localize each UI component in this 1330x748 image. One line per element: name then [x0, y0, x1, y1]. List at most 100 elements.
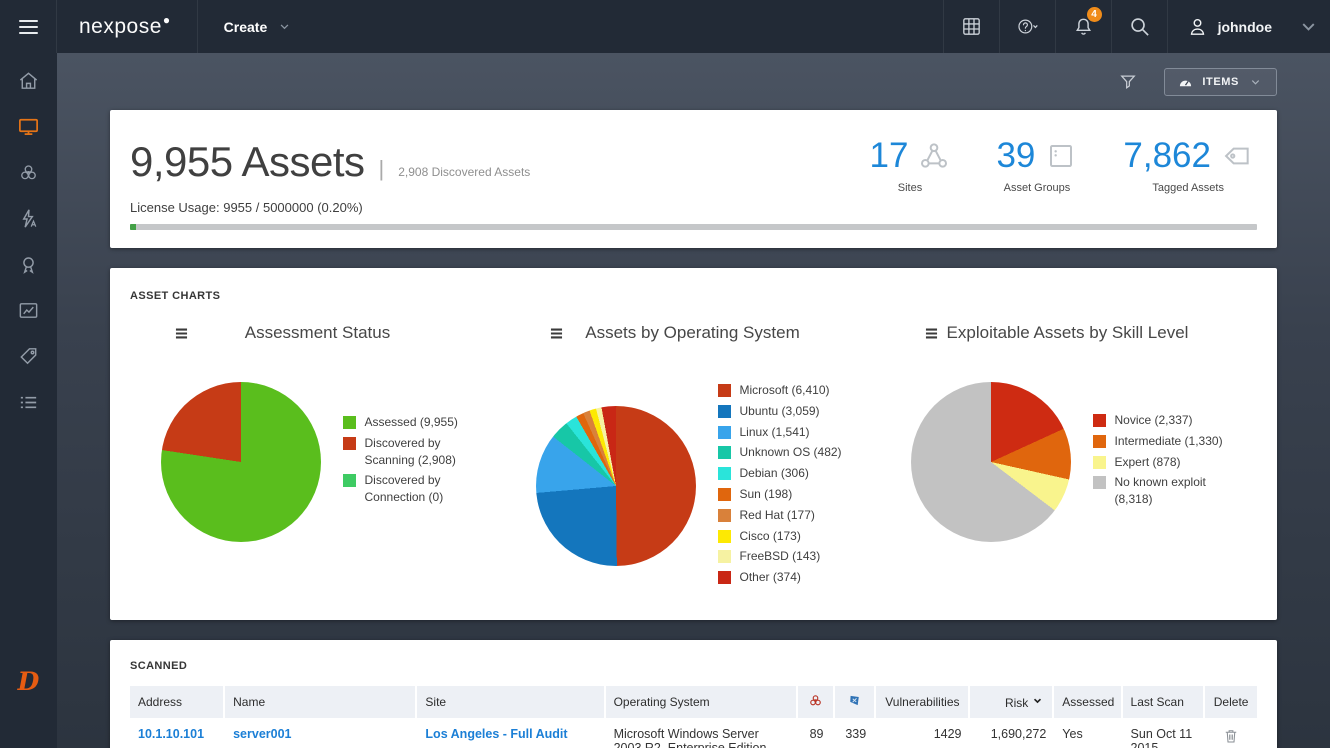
legend-label: Cisco (173) [740, 528, 801, 545]
asset-groups-icon [1045, 140, 1077, 172]
legend-item: Discovered by Scanning (2,908) [343, 435, 475, 469]
legend-item: Expert (878) [1093, 454, 1225, 471]
legend-label: FreeBSD (143) [740, 548, 821, 565]
apps-grid-button[interactable] [943, 0, 999, 53]
legend-item: Debian (306) [718, 465, 850, 482]
sidebar-item-reports[interactable] [0, 287, 57, 333]
pie-chart[interactable] [161, 382, 321, 542]
legend-item: Novice (2,337) [1093, 412, 1225, 429]
help-button[interactable] [999, 0, 1055, 53]
column-header-vulnerabilities[interactable]: Vulnerabilities [876, 686, 969, 718]
left-sidebar: D [0, 53, 57, 748]
legend-swatch [718, 467, 731, 480]
apps-grid-icon [960, 15, 983, 38]
user-menu-button[interactable]: johndoe [1167, 0, 1286, 53]
column-label: Vulnerabilities [885, 695, 959, 709]
column-label: Risk [1005, 696, 1028, 710]
pie-chart[interactable] [911, 382, 1071, 542]
chart-menu-icon[interactable] [547, 324, 566, 343]
home-icon [17, 69, 40, 92]
chart-panel: Assets by Operating System Microsoft (6,… [505, 318, 880, 590]
column-header-os[interactable]: Operating System [606, 686, 798, 718]
cell-risk: 1,690,272 [991, 727, 1047, 741]
stat-value: 7,862 [1123, 136, 1211, 176]
hamburger-menu-button[interactable] [0, 0, 57, 53]
sites-icon [918, 140, 950, 172]
table-row: 10.1.10.101 server001 Los Angeles - Full A… [130, 718, 1257, 748]
filter-toolbar: ITEMS [110, 53, 1277, 110]
create-label: Create [224, 19, 268, 35]
filter-icon[interactable] [1118, 72, 1138, 92]
license-usage-label: License Usage: 9955 / 5000000 (0.20%) [130, 200, 530, 215]
column-label: Delete [1214, 695, 1249, 709]
column-header-exploits[interactable] [835, 686, 876, 718]
chart-legend: Novice (2,337) Intermediate (1,330) Expe… [1093, 412, 1225, 512]
sidebar-item-tags[interactable] [0, 333, 57, 379]
gauge-icon [1177, 75, 1194, 89]
sidebar-item-assets[interactable] [0, 103, 57, 149]
stat-sites[interactable]: 17 Sites [870, 136, 951, 215]
stat-tagged-assets[interactable]: 7,862 Tagged Assets [1123, 136, 1253, 215]
legend-item: Discovered by Connection (0) [343, 472, 475, 506]
legend-label: Expert (878) [1115, 454, 1181, 471]
legend-label: Debian (306) [740, 465, 809, 482]
legend-item: Linux (1,541) [718, 424, 850, 441]
stat-label: Tagged Assets [1123, 182, 1253, 194]
column-label: Name [233, 695, 265, 709]
scanned-title: SCANNED [130, 660, 1257, 672]
legend-item: Other (374) [718, 569, 850, 586]
legend-label: Discovered by Connection (0) [365, 472, 475, 506]
assets-summary-card: 9,955 Assets | 2,908 Discovered Assets L… [110, 110, 1277, 248]
site-link[interactable]: Los Angeles - Full Audit [425, 727, 567, 741]
delete-icon[interactable] [1222, 727, 1240, 745]
sidebar-item-exploits[interactable] [0, 195, 57, 241]
top-navbar: nexpose● Create 4 johndoe [0, 0, 1330, 53]
chart-menu-icon[interactable] [172, 324, 191, 343]
create-menu-button[interactable]: Create [198, 0, 319, 53]
search-button[interactable] [1111, 0, 1167, 53]
legend-label: Ubuntu (3,059) [740, 403, 820, 420]
items-dropdown-button[interactable]: ITEMS [1164, 68, 1277, 96]
column-header-site[interactable]: Site [417, 686, 605, 718]
stat-label: Asset Groups [996, 182, 1077, 194]
malware-icon [807, 692, 824, 709]
address-link[interactable]: 10.1.10.101 [138, 727, 204, 741]
chart-panel: Exploitable Assets by Skill Level Novice… [880, 318, 1255, 590]
legend-item: No known exploit (8,318) [1093, 474, 1225, 508]
legend-label: Sun (198) [740, 486, 793, 503]
column-header-name[interactable]: Name [225, 686, 417, 718]
report-chart-icon [17, 299, 40, 322]
column-header-risk[interactable]: Risk [970, 686, 1055, 718]
column-label: Last Scan [1131, 695, 1184, 709]
notification-badge: 4 [1087, 7, 1102, 22]
main-content: ITEMS 9,955 Assets | 2,908 Discovered As… [57, 53, 1330, 748]
scanned-assets-card: SCANNED Address Name SiteOperating System V… [110, 640, 1277, 748]
items-label: ITEMS [1202, 76, 1239, 88]
chart-menu-icon[interactable] [922, 324, 941, 343]
stat-asset-groups[interactable]: 39 Asset Groups [996, 136, 1077, 215]
sidebar-item-policies[interactable] [0, 241, 57, 287]
column-header-last_scan[interactable]: Last Scan [1123, 686, 1206, 718]
asset-charts-title: ASSET CHARTS [130, 290, 1257, 302]
legend-swatch [718, 446, 731, 459]
legend-label: Microsoft (6,410) [740, 382, 830, 399]
bolt-a-icon [17, 207, 40, 230]
user-menu-caret[interactable] [1286, 0, 1330, 53]
column-header-assessed[interactable]: Assessed [1054, 686, 1122, 718]
stat-value: 39 [996, 136, 1035, 176]
column-header-delete[interactable]: Delete [1205, 686, 1257, 718]
sidebar-item-vulnerabilities[interactable] [0, 149, 57, 195]
column-header-address[interactable]: Address [130, 686, 225, 718]
sidebar-item-administration[interactable] [0, 379, 57, 425]
sidebar-item-home[interactable] [0, 57, 57, 103]
notifications-button[interactable]: 4 [1055, 0, 1111, 53]
name-link[interactable]: server001 [233, 727, 291, 741]
asset-charts-card: ASSET CHARTS Assessment Status Assessed … [110, 268, 1277, 620]
app-logo[interactable]: nexpose● [57, 0, 197, 53]
column-header-malware[interactable] [798, 686, 835, 718]
legend-swatch [343, 437, 356, 450]
pie-chart[interactable] [536, 406, 696, 566]
logo-text: nexpose [79, 15, 162, 39]
legend-swatch [1093, 414, 1106, 427]
discovered-assets-label: 2,908 Discovered Assets [398, 165, 530, 179]
